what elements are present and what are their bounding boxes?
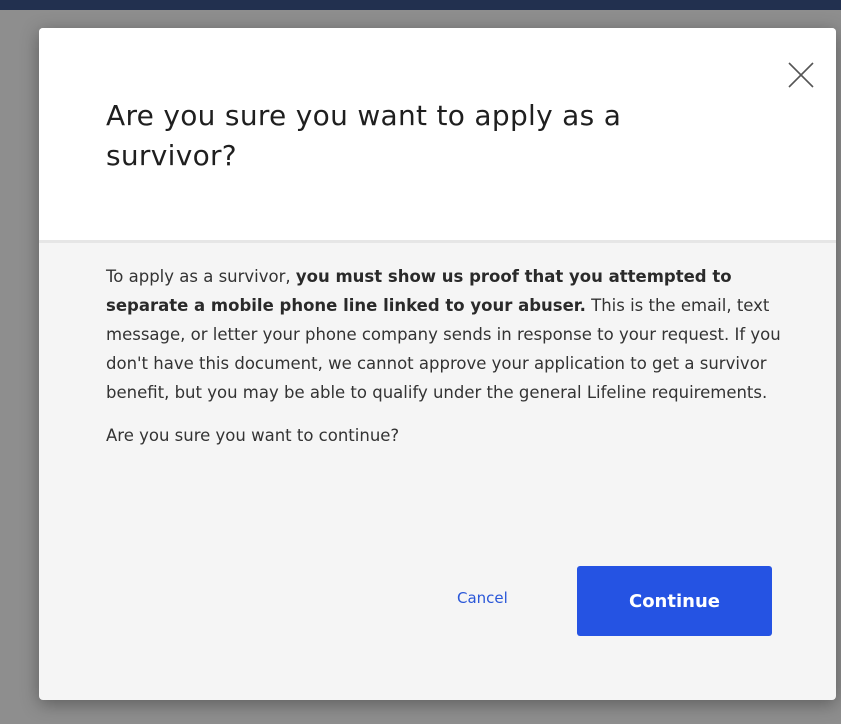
confirmation-dialog: Are you sure you want to apply as a surv…	[39, 28, 836, 700]
close-button[interactable]	[784, 58, 818, 92]
continue-button[interactable]: Continue	[577, 566, 772, 636]
message-intro: To apply as a survivor,	[106, 267, 296, 286]
dialog-header: Are you sure you want to apply as a surv…	[39, 28, 836, 243]
background-top-bar	[0, 0, 841, 10]
dialog-question: Are you sure you want to continue?	[106, 426, 400, 445]
dialog-footer: Cancel Continue	[39, 566, 836, 638]
close-icon	[788, 62, 814, 88]
cancel-button[interactable]: Cancel	[457, 589, 508, 607]
dialog-message: To apply as a survivor, you must show us…	[106, 262, 786, 407]
dialog-body: To apply as a survivor, you must show us…	[106, 262, 786, 450]
dialog-title: Are you sure you want to apply as a surv…	[106, 99, 622, 172]
